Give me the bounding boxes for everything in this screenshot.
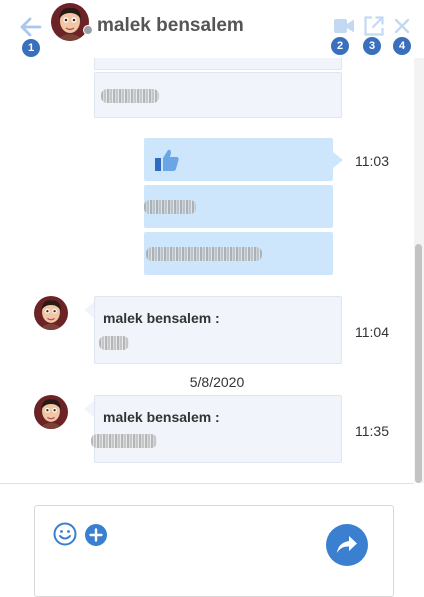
message-bubble-incoming: malek bensalem : — [94, 296, 342, 364]
thumbs-up-icon — [155, 149, 179, 171]
close-chat-button[interactable] — [391, 15, 413, 37]
message-bubble-outgoing — [144, 232, 333, 275]
open-in-window-button[interactable] — [363, 15, 385, 37]
badge-3: 3 — [363, 37, 381, 55]
video-call-button[interactable] — [333, 15, 355, 37]
message-time: 11:04 — [355, 324, 389, 340]
bubble-tail — [84, 302, 94, 318]
contact-name: malek bensalem — [97, 15, 244, 36]
add-attachment-icon — [85, 524, 107, 546]
scrollbar-thumb[interactable] — [415, 244, 422, 483]
open-external-icon — [364, 16, 384, 36]
bubble-tail — [333, 152, 343, 168]
avatar-image — [51, 3, 89, 41]
sender-name: malek bensalem : — [103, 409, 220, 425]
emoji-button[interactable] — [53, 522, 77, 551]
redacted-text — [146, 247, 262, 261]
add-attachment-button[interactable] — [84, 523, 108, 552]
message-bubble-outgoing — [144, 138, 333, 181]
composer-divider — [0, 483, 414, 484]
redacted-text — [101, 89, 159, 103]
message-bubble-incoming: malek bensalem : — [91, 395, 342, 463]
sender-avatar[interactable] — [34, 395, 68, 429]
sender-avatar[interactable] — [34, 296, 68, 330]
close-icon — [394, 18, 410, 34]
message-bubble-incoming — [94, 72, 342, 118]
badge-2: 2 — [331, 37, 349, 55]
chat-header: 1 malek bensalem 2 3 4 — [0, 0, 424, 58]
emoji-icon — [53, 522, 77, 546]
message-time: 11:03 — [355, 153, 389, 169]
contact-avatar[interactable] — [51, 3, 89, 41]
badge-1: 1 — [22, 39, 40, 57]
send-button[interactable] — [326, 524, 368, 566]
presence-indicator — [83, 25, 93, 35]
bubble-tail — [84, 401, 94, 417]
message-bubble-incoming — [94, 58, 342, 70]
message-bubble-outgoing — [144, 185, 333, 228]
back-button[interactable] — [18, 14, 44, 40]
redacted-text — [144, 200, 196, 214]
back-arrow-icon — [20, 17, 42, 37]
redacted-text — [99, 336, 129, 350]
redacted-text — [91, 434, 157, 448]
message-time: 11:35 — [355, 423, 389, 439]
avatar-image — [34, 296, 68, 330]
sender-name: malek bensalem : — [103, 310, 220, 326]
chat-window: 1 malek bensalem 2 3 4 11:03 malek bensa… — [0, 0, 424, 597]
message-list[interactable]: 11:03 malek bensalem : 11:04 5/8/2020 ma… — [0, 58, 414, 483]
date-separator: 5/8/2020 — [189, 374, 245, 390]
send-icon — [337, 536, 357, 553]
video-camera-icon — [334, 19, 354, 33]
avatar-image — [34, 395, 68, 429]
badge-4: 4 — [393, 37, 411, 55]
